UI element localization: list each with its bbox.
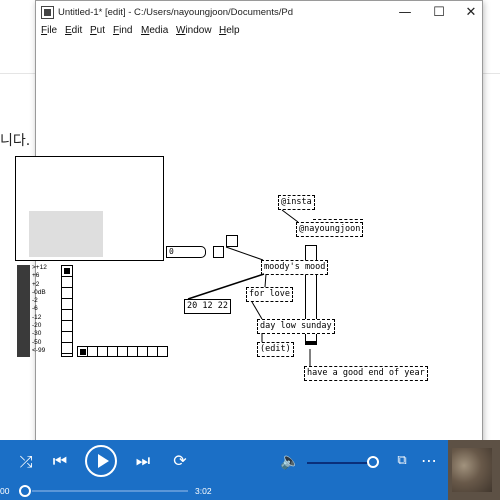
patch-cord: [251, 301, 263, 320]
next-icon[interactable]: ⏭: [131, 451, 155, 471]
album-art-thumbnail: [448, 440, 500, 500]
previous-icon[interactable]: ⏮: [48, 451, 72, 471]
shuffle-icon[interactable]: ⤮: [14, 452, 38, 472]
patch-cord: [281, 209, 299, 223]
miniplayer-icon[interactable]: ⧉: [392, 453, 412, 468]
patch-cords: [187, 209, 311, 366]
total-time: 3:02: [195, 486, 212, 496]
repeat-icon[interactable]: ⟳: [168, 451, 192, 470]
elapsed-time: 00: [0, 486, 10, 496]
volume-slider-knob[interactable]: [367, 456, 379, 468]
patch-cord: [264, 273, 267, 288]
seek-slider-knob[interactable]: [19, 485, 31, 497]
volume-slider-track[interactable]: [307, 462, 372, 464]
patch-cord: [187, 273, 265, 300]
play-icon[interactable]: [85, 445, 117, 477]
volume-icon[interactable]: 🔈: [278, 451, 302, 470]
more-icon[interactable]: ⋯: [418, 451, 440, 470]
seek-slider-track[interactable]: [32, 490, 188, 492]
patch-cord: [225, 246, 264, 261]
